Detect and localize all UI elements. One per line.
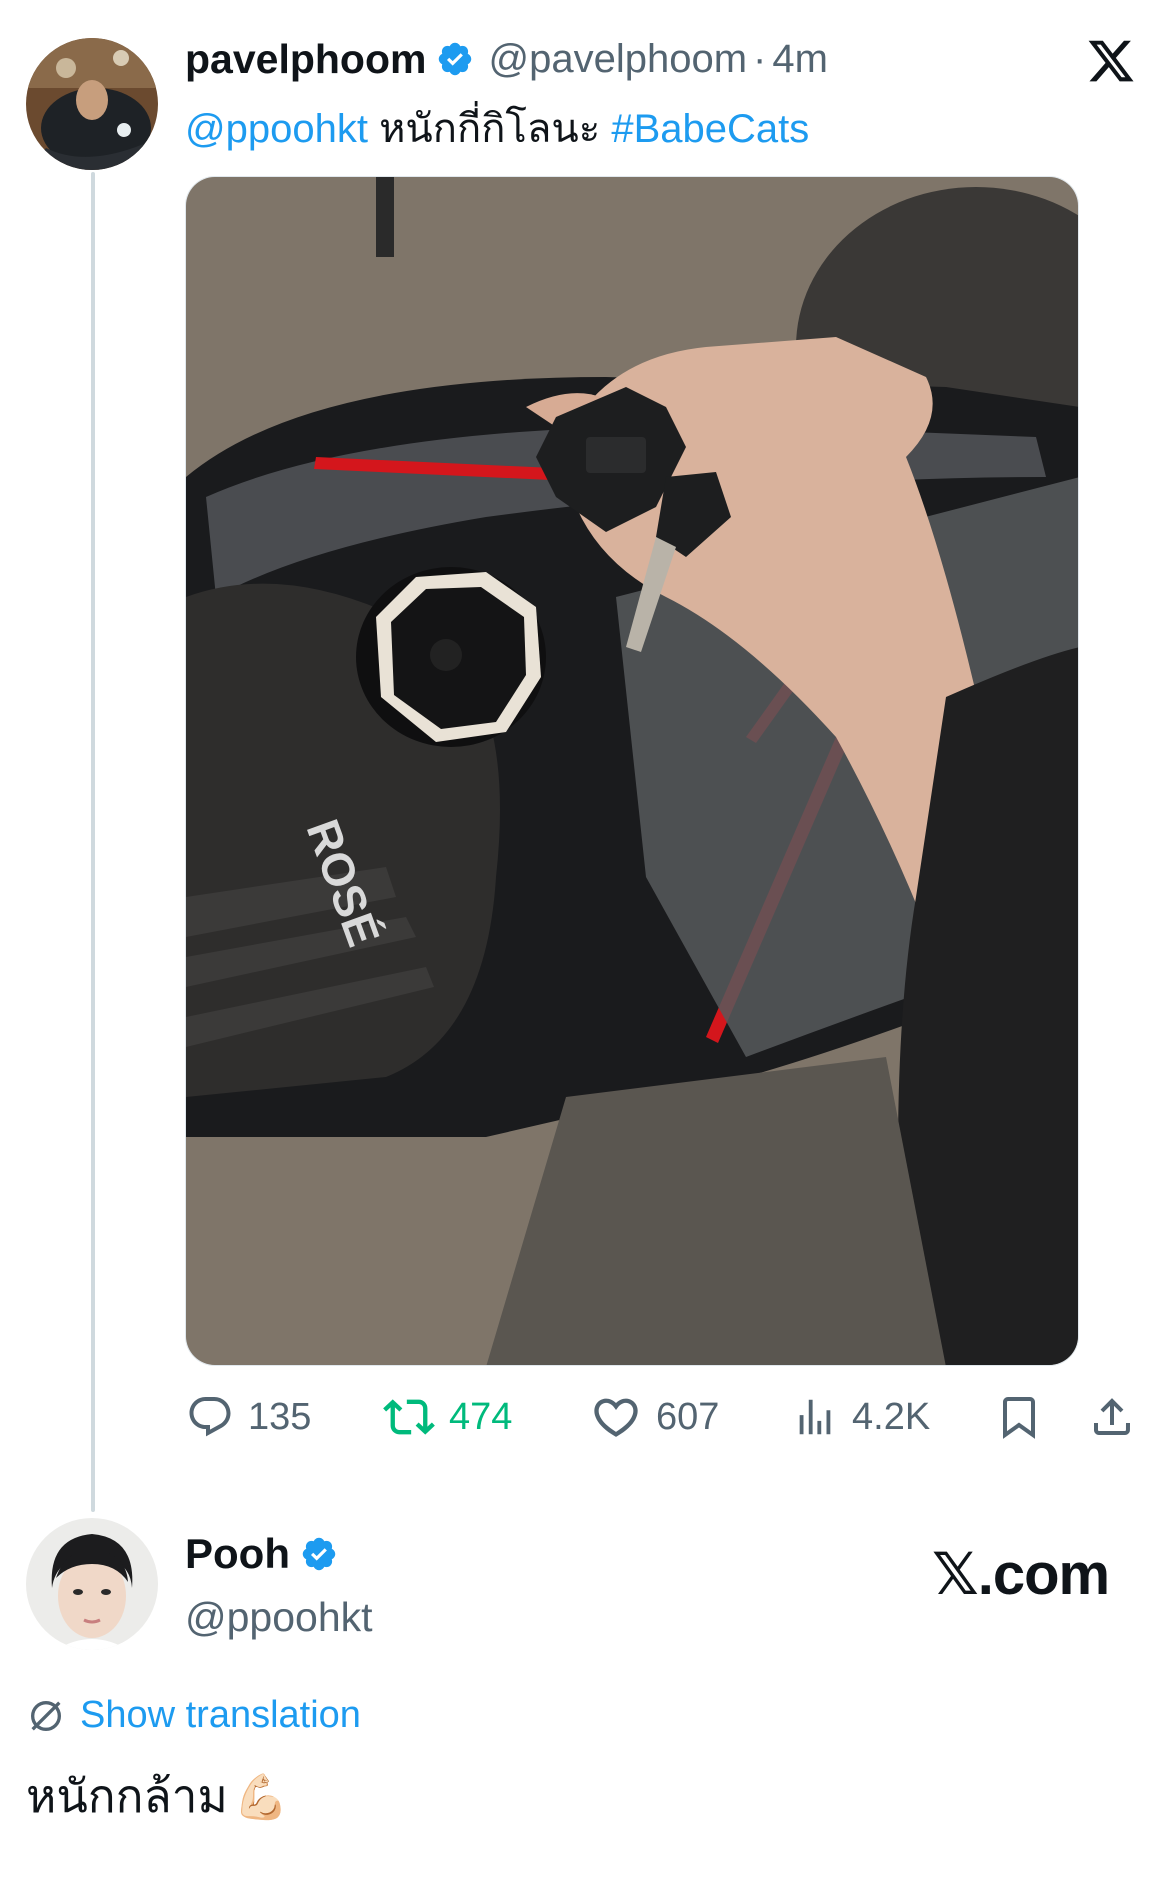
retweet-icon [383,1399,435,1435]
share-button[interactable] [1088,1388,1136,1446]
verified-badge-icon [302,1537,336,1571]
hashtag-link[interactable]: #BabeCats [611,107,809,151]
tweet2-text: หนักกล้าม 💪🏻 [26,1760,289,1833]
show-translation-link[interactable]: Show translation [26,1694,361,1737]
handle-pooh[interactable]: @ppoohkt [185,1594,373,1641]
tweet-photo[interactable]: ROSÉ [185,176,1079,1366]
tweet-text: @ppoohkt หนักกี่กิโลนะ #BabeCats [185,96,809,160]
motorcycle-keys-image: ROSÉ [186,177,1078,1365]
translate-icon [31,1700,61,1731]
thread-line [91,172,95,1512]
like-count: 607 [656,1395,720,1438]
handle[interactable]: @pavelphoom [488,37,747,82]
reply-icon [189,1397,231,1437]
timestamp[interactable]: 4m [772,37,828,82]
display-name[interactable]: pavelphoom [185,36,426,83]
show-translation-label: Show translation [80,1694,361,1736]
like-button[interactable]: 607 [590,1388,719,1446]
flexed-biceps-emoji: 💪🏻 [233,1772,289,1822]
views-button[interactable]: 4.2K [792,1388,930,1446]
bookmark-button[interactable] [995,1388,1043,1446]
retweet-count: 474 [449,1395,513,1438]
reply-count: 135 [248,1395,312,1438]
tweet-body: หนักกี่กิโลนะ [367,107,612,151]
views-count: 4.2K [852,1395,931,1438]
retweet-button[interactable]: 474 [383,1388,512,1446]
verified-badge-icon [439,42,472,76]
views-icon [799,1399,831,1435]
reply-button[interactable]: 135 [186,1388,311,1446]
tweet2-header: Pooh [185,1530,352,1578]
bookmark-icon [1003,1397,1035,1439]
separator-dot: · [753,36,767,81]
x-com-branding: 𝕏.com [932,1542,1110,1607]
share-icon [1094,1398,1130,1435]
tweet-header: pavelphoom @pavelphoom · 4m [185,34,828,84]
mention-link[interactable]: @ppoohkt [185,107,368,151]
like-icon [594,1398,638,1437]
x-logo-icon[interactable] [1085,36,1137,86]
tweet2-body: หนักกล้าม [26,1770,228,1822]
avatar-pavelphoom[interactable] [26,38,158,170]
display-name-pooh[interactable]: Pooh [185,1530,290,1578]
avatar-pooh[interactable] [26,1518,158,1650]
